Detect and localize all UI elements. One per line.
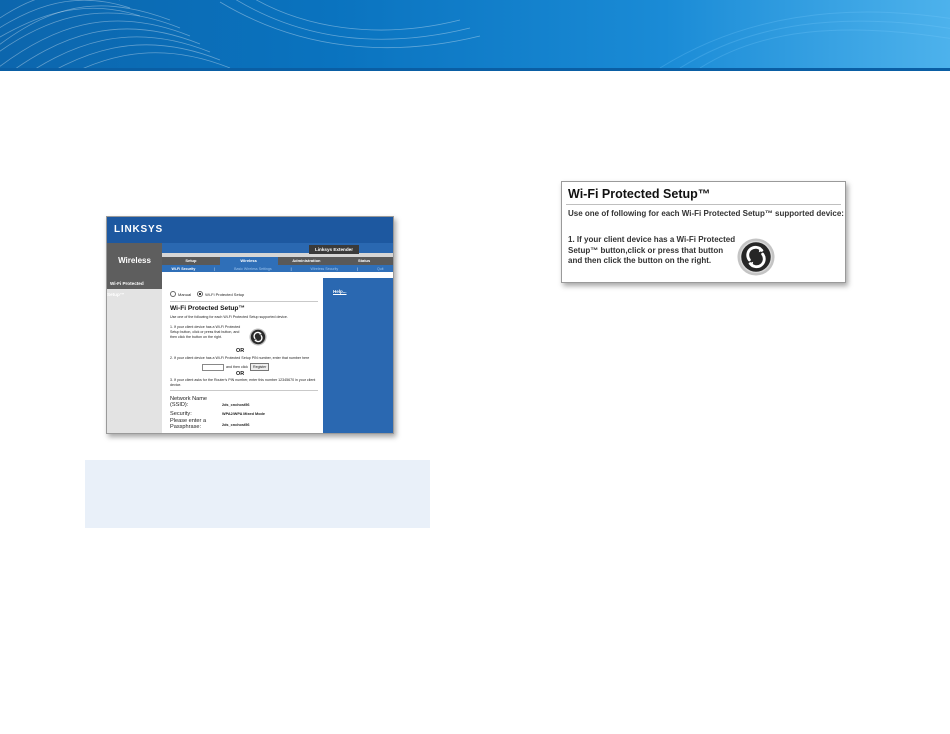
subtab-wifi-security[interactable]: Wi-Fi Security <box>171 267 195 271</box>
tab-setup[interactable]: Setup <box>162 257 220 265</box>
radio-indicator[interactable] <box>170 291 176 297</box>
page-title: Wi-Fi Protected Setup™ <box>170 305 246 312</box>
radio-indicator[interactable] <box>197 291 204 297</box>
subtab-divider: | <box>290 266 292 271</box>
router-header: LINKSYS <box>107 217 393 243</box>
security-label: Security: <box>170 411 192 417</box>
step2-suffix: and then click <box>226 365 248 369</box>
radio-manual[interactable]: Manual <box>170 291 191 297</box>
divider <box>170 390 318 391</box>
or-label: OR <box>236 371 245 377</box>
banner-wave-decoration <box>0 0 950 68</box>
network-name-value: 2ds_cnchost56 <box>222 403 250 407</box>
mode-radios: Manual Wi-Fi Protected Setup <box>170 291 244 297</box>
subtab-quit[interactable]: Quit <box>377 267 384 271</box>
top-banner <box>0 0 950 68</box>
sub-tabs: Wi-Fi Security | Basic Wireless Settings… <box>162 265 393 272</box>
wps-intro: Use one of following for each Wi-Fi Prot… <box>568 209 844 218</box>
wps-icon[interactable] <box>737 238 775 276</box>
divider <box>170 301 318 302</box>
intro-text: Use one of the following for each Wi-Fi … <box>170 315 288 319</box>
wps-title: Wi-Fi Protected Setup™ <box>568 187 711 201</box>
step3-text: 3. If your client asks for the Router's … <box>170 378 316 387</box>
wps-step1: 1. If your client device has a Wi-Fi Pro… <box>568 235 736 266</box>
radio-manual-label: Manual <box>178 291 192 297</box>
subtab-divider: | <box>214 266 216 271</box>
tab-status[interactable]: Status <box>335 257 393 265</box>
section-title: Wireless <box>107 243 162 278</box>
banner-rule <box>0 68 950 71</box>
sidebar-label: Wi-Fi Protected Setup™ <box>107 278 162 297</box>
network-name-label: Network Name (SSID): <box>170 396 207 408</box>
radio-wps[interactable]: Wi-Fi Protected Setup <box>197 291 244 297</box>
tab-wireless[interactable]: Wireless <box>219 257 278 265</box>
left-sidebar <box>107 278 162 433</box>
register-button[interactable]: Register <box>249 363 270 371</box>
wps-icon[interactable] <box>249 328 267 346</box>
security-value: WPA2/WPA Mixed Mode <box>222 412 265 416</box>
pin-input[interactable] <box>202 363 224 371</box>
product-name: Linksys Extender <box>308 245 359 254</box>
radio-wps-label: Wi-Fi Protected Setup <box>205 291 245 297</box>
main-tabs: Setup Wireless Administration Status <box>162 257 393 265</box>
subtab-wireless-security[interactable]: Wireless Security <box>310 267 338 271</box>
note-box <box>85 460 430 528</box>
help-panel <box>323 278 393 433</box>
help-link[interactable]: Help... <box>333 289 347 294</box>
subtab-divider: | <box>357 266 359 271</box>
tab-administration[interactable]: Administration <box>278 257 336 265</box>
router-ui-screenshot: LINKSYS Linksys Extender Wireless Setup … <box>106 216 394 434</box>
subtab-basic-wireless-settings[interactable]: Basic Wireless Settings <box>234 267 272 271</box>
step1-text: 1. If your client device has a Wi-Fi Pro… <box>170 325 241 339</box>
divider <box>566 204 841 205</box>
passphrase-value: 2ds_cnchost56 <box>222 423 250 427</box>
wps-zoom-screenshot: Wi-Fi Protected Setup™ Use one of follow… <box>561 181 846 283</box>
step2-text: 2. If your client device has a Wi-Fi Pro… <box>170 356 310 360</box>
pin-entry-row: and then click Register <box>202 363 270 371</box>
linksys-logo: LINKSYS <box>114 224 163 235</box>
passphrase-label: Please enter a Passphrase: <box>170 418 207 430</box>
or-label: OR <box>236 348 245 354</box>
